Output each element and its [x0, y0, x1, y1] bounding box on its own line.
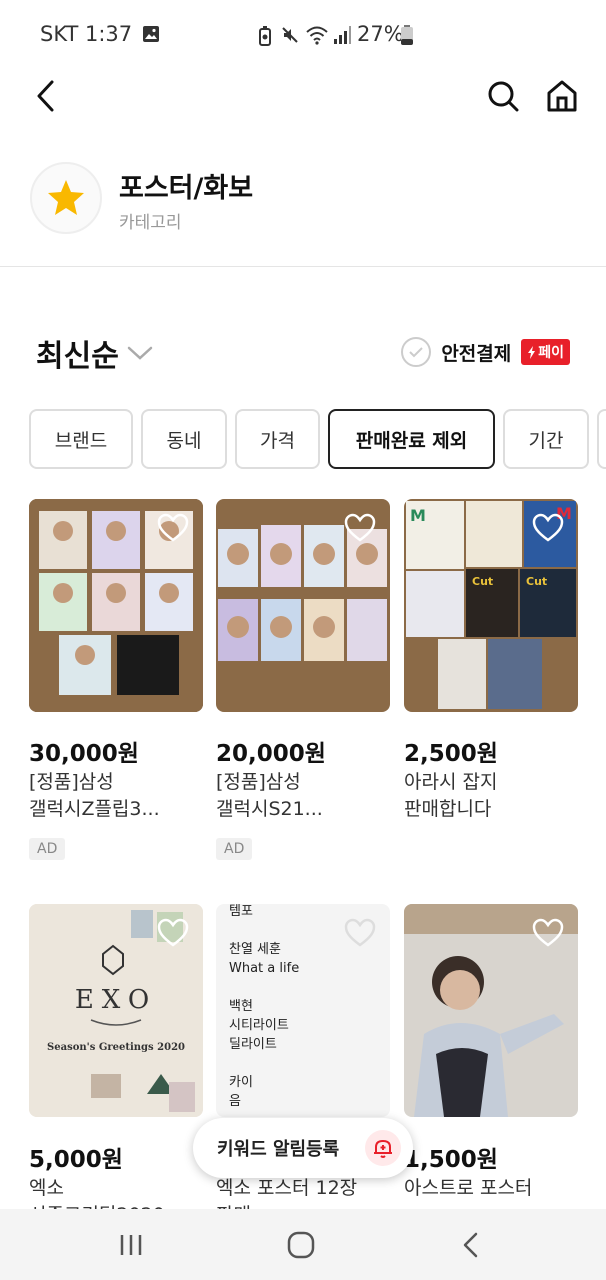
filter-chip-price[interactable]: 가격 [235, 409, 320, 469]
heart-icon[interactable] [344, 918, 376, 948]
filter-chip-neighborhood[interactable]: 동네 [141, 409, 227, 469]
product-title-line2[interactable]: 판매 [216, 1202, 392, 1209]
chevron-down-icon [127, 346, 153, 360]
heart-icon[interactable] [157, 918, 189, 948]
gallery-icon [143, 26, 160, 42]
check-circle-icon [401, 337, 432, 367]
filter-chip-more[interactable] [597, 409, 606, 469]
category-badge [30, 162, 102, 234]
product-image[interactable]: 템포 찬열 세훈 What a life 백현 시티라이트 딜라이트 카이 음 [216, 904, 390, 1117]
heart-icon[interactable] [344, 513, 376, 543]
filter-chip-brand[interactable]: 브랜드 [29, 409, 133, 469]
category-subtitle: 카테고리 [119, 213, 182, 233]
status-bar: SKT 1:37 27% [0, 0, 606, 70]
product-title-line2[interactable]: 판매합니다 [404, 796, 580, 823]
battery-percent: 27% [357, 22, 404, 46]
image-greeting-text: Season's Greetings 2020 [47, 1042, 185, 1053]
battery-icon [401, 25, 413, 45]
product-price: 30,000원 [29, 741, 139, 767]
filter-chip-period[interactable]: 기간 [503, 409, 589, 469]
sort-label: 최신순 [36, 339, 119, 374]
product-title-line2[interactable]: 시즌그리팅2020 [29, 1202, 205, 1209]
home-button[interactable] [538, 72, 586, 120]
product-price: 5,000원 [29, 1147, 123, 1173]
category-title: 포스터/화보 [119, 173, 254, 204]
heart-icon[interactable] [532, 918, 564, 948]
product-title[interactable]: [정품]삼성 [216, 769, 392, 796]
signal-icon [334, 26, 351, 44]
svg-text:M: M [410, 506, 426, 525]
back-button[interactable] [22, 72, 70, 120]
pay-badge-label: 페이 [538, 345, 564, 361]
chevron-left-icon [37, 80, 54, 112]
product-image[interactable]: EXO Season's Greetings 2020 [29, 904, 203, 1117]
product-title-line2[interactable]: 갤럭시S21... [216, 796, 392, 823]
ad-badge: AD [29, 838, 66, 860]
product-image[interactable] [29, 499, 203, 712]
heart-icon[interactable] [157, 513, 189, 543]
product-price: 2,500원 [404, 741, 498, 767]
keyword-alert-label: 키워드 알림등록 [217, 1139, 340, 1160]
svg-text:Cut: Cut [526, 575, 547, 588]
keyword-alert-button[interactable]: 키워드 알림등록 [193, 1118, 413, 1178]
product-title-line2[interactable]: 갤럭시Z플립3... [29, 796, 205, 823]
carrier-time: SKT 1:37 [40, 22, 133, 46]
product-image[interactable] [404, 904, 578, 1117]
battery-saver-icon [259, 26, 271, 46]
system-nav-bar [0, 1209, 606, 1280]
recents-icon[interactable] [118, 1233, 144, 1257]
star-icon [48, 180, 84, 215]
search-button[interactable] [479, 72, 527, 120]
product-price: 1,500원 [404, 1147, 498, 1173]
divider [0, 266, 606, 267]
home-icon [547, 80, 577, 112]
wifi-icon [306, 26, 328, 45]
product-image[interactable]: M Cut Cut M [404, 499, 578, 712]
bell-plus-icon [365, 1130, 401, 1166]
search-icon [488, 81, 519, 112]
pay-badge: 페이 [521, 339, 570, 365]
home-circle-icon[interactable] [287, 1231, 315, 1259]
filter-chip-exclude-sold[interactable]: 판매완료 제외 [328, 409, 495, 469]
image-brand-text: EXO [75, 985, 157, 1015]
lightning-icon [528, 345, 536, 359]
product-title[interactable]: 엑소 포스터 12장 [216, 1175, 392, 1202]
product-title[interactable]: 엑소 [29, 1175, 205, 1202]
svg-text:Cut: Cut [472, 575, 493, 588]
back-icon[interactable] [460, 1231, 482, 1259]
filter-chips: 브랜드 동네 가격 판매완료 제외 기간 [29, 409, 606, 469]
heart-icon[interactable] [532, 513, 564, 543]
product-image[interactable] [216, 499, 390, 712]
mute-icon [282, 27, 298, 43]
safe-pay-label: 안전결제 [441, 342, 512, 365]
product-title[interactable]: 아스트로 포스터 [404, 1175, 580, 1202]
product-price: 20,000원 [216, 741, 326, 767]
product-title[interactable]: [정품]삼성 [29, 769, 205, 796]
product-title[interactable]: 아라시 잡지 [404, 769, 580, 796]
sort-dropdown[interactable]: 최신순 [36, 331, 153, 375]
ad-badge: AD [216, 838, 253, 860]
safe-pay-toggle[interactable]: 안전결제 페이 [401, 337, 570, 367]
